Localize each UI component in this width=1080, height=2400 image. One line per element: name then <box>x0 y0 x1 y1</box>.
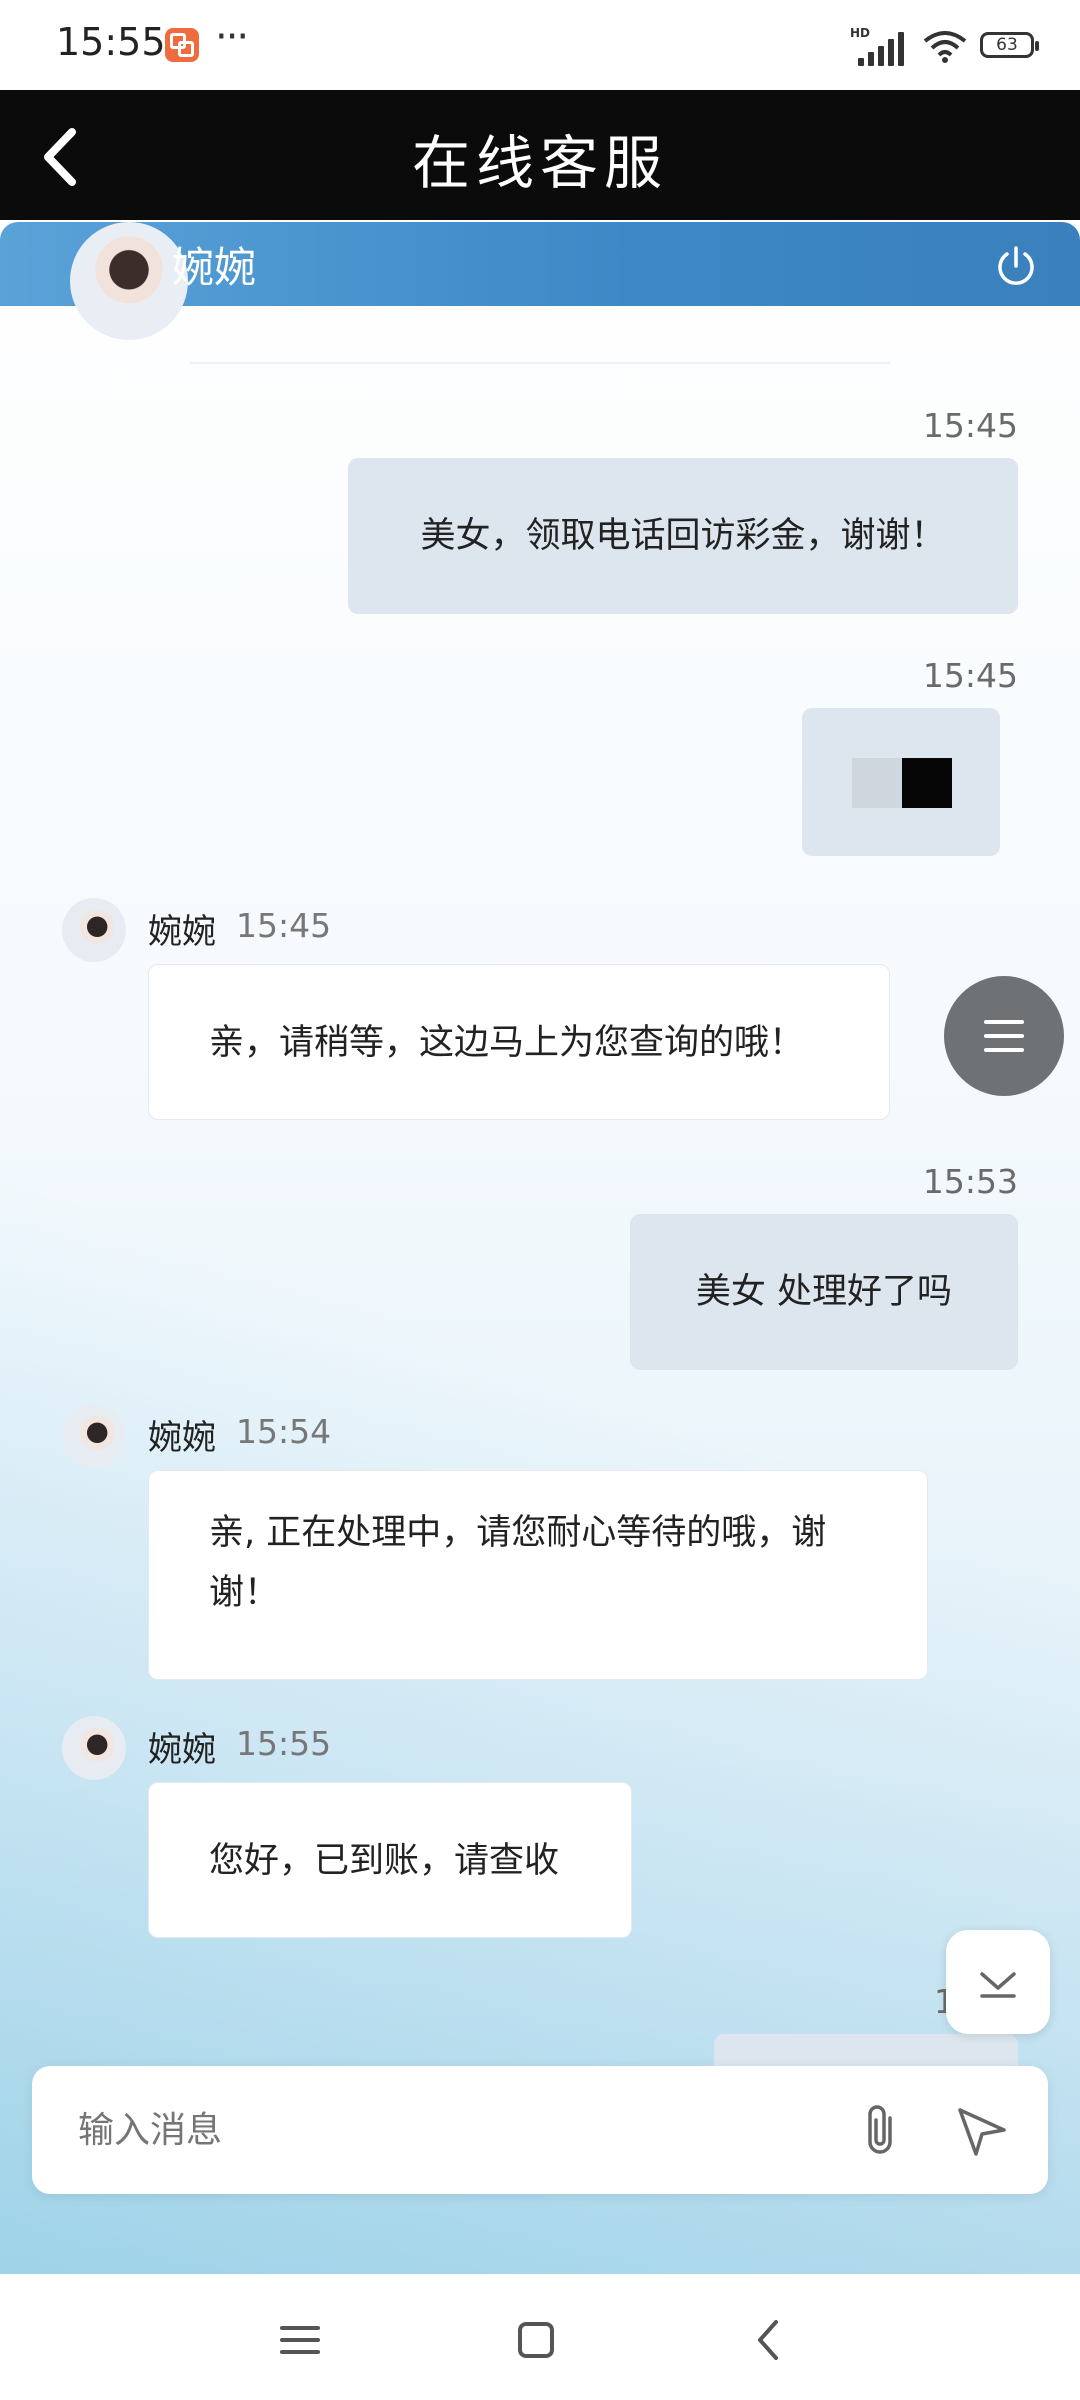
chevron-down-icon <box>980 1972 1016 1998</box>
image-thumbnail <box>902 758 952 808</box>
scroll-to-bottom-button[interactable] <box>946 1930 1050 2034</box>
agent-avatar <box>62 1404 126 1468</box>
chat-panel[interactable]: 婉婉 15:45 美女，领取电话回访彩金，谢谢！ 15:45 婉婉 15:45 … <box>0 222 1080 2274</box>
message-time: 15:45 <box>236 906 332 945</box>
signal-icon <box>858 32 908 66</box>
page-title: 在线客服 <box>411 129 668 197</box>
sender-name: 婉婉 <box>148 1418 216 1458</box>
agent-name: 婉婉 <box>172 243 257 292</box>
agent-avatar <box>70 222 188 340</box>
wifi-icon <box>923 31 967 63</box>
message-input[interactable] <box>76 2066 840 2196</box>
battery-icon: 63 <box>980 32 1039 58</box>
message-time: 15:54 <box>236 1412 332 1451</box>
message-time: 15:45 <box>922 656 1018 695</box>
message-time: 15:53 <box>922 1162 1018 1201</box>
menu-button[interactable] <box>944 976 1064 1096</box>
home-button[interactable] <box>510 2314 562 2366</box>
message-input-bar <box>32 2066 1048 2196</box>
sent-message-bubble[interactable]: 美女，领取电话回访彩金，谢谢！ <box>348 458 1018 614</box>
image-thumbnail <box>852 758 902 808</box>
power-button[interactable] <box>994 244 1038 288</box>
app-header: 在线客服 <box>0 90 1080 220</box>
status-indicators: HD 63 <box>850 26 1040 66</box>
message-time: 15:55 <box>236 1724 332 1763</box>
app-notification-icon <box>165 28 199 62</box>
system-nav-bar <box>0 2274 1080 2400</box>
nav-back-button[interactable] <box>744 2314 796 2366</box>
divider <box>190 362 890 364</box>
agent-avatar <box>62 1716 126 1780</box>
more-notifications-icon: ··· <box>215 14 249 60</box>
recent-apps-button[interactable] <box>274 2314 326 2366</box>
sent-message-bubble[interactable]: 美女 处理好了吗 <box>630 1214 1018 1370</box>
status-time: 15:55 <box>56 20 166 64</box>
status-bar: 15:55 ··· HD 63 <box>0 0 1080 90</box>
sender-name: 婉婉 <box>148 1730 216 1770</box>
send-button[interactable] <box>952 2100 1012 2160</box>
message-time: 15:45 <box>922 406 1018 445</box>
received-message-bubble[interactable]: 亲，请稍等，这边马上为您查询的哦！ <box>148 964 890 1120</box>
received-message-bubble[interactable]: 亲, 正在处理中，请您耐心等待的哦，谢谢！ <box>148 1470 928 1680</box>
sent-image-bubble[interactable] <box>802 708 1000 856</box>
menu-icon <box>984 1020 1024 1052</box>
agent-avatar <box>62 898 126 962</box>
sender-name: 婉婉 <box>148 912 216 952</box>
received-message-bubble[interactable]: 您好，已到账，请查收 <box>148 1782 632 1938</box>
attach-button[interactable] <box>852 2100 912 2160</box>
